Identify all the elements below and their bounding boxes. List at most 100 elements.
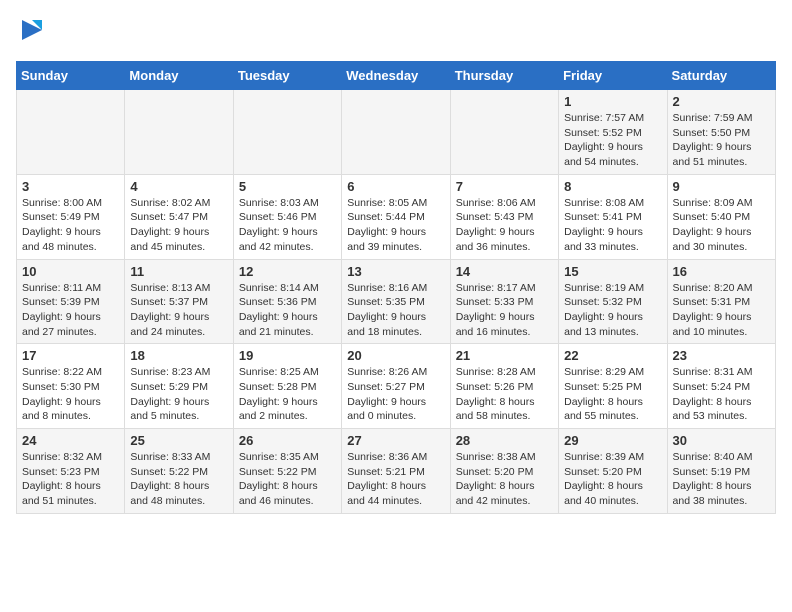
calendar-cell [17, 90, 125, 175]
day-number: 14 [456, 264, 553, 279]
day-number: 12 [239, 264, 336, 279]
header-thursday: Thursday [450, 62, 558, 90]
day-number: 11 [130, 264, 227, 279]
day-info: Sunrise: 8:03 AM Sunset: 5:46 PM Dayligh… [239, 196, 336, 255]
calendar-cell [233, 90, 341, 175]
header-wednesday: Wednesday [342, 62, 450, 90]
day-number: 17 [22, 348, 119, 363]
day-info: Sunrise: 8:26 AM Sunset: 5:27 PM Dayligh… [347, 365, 444, 424]
calendar-cell: 21 Sunrise: 8:28 AM Sunset: 5:26 PM Dayli… [450, 344, 558, 429]
calendar-week-row: 1 Sunrise: 7:57 AM Sunset: 5:52 PM Daylig… [17, 90, 776, 175]
day-number: 15 [564, 264, 661, 279]
calendar-cell: 5 Sunrise: 8:03 AM Sunset: 5:46 PM Daylig… [233, 174, 341, 259]
day-number: 21 [456, 348, 553, 363]
day-info: Sunrise: 7:59 AM Sunset: 5:50 PM Dayligh… [673, 111, 770, 170]
day-info: Sunrise: 8:35 AM Sunset: 5:22 PM Dayligh… [239, 450, 336, 509]
day-info: Sunrise: 8:33 AM Sunset: 5:22 PM Dayligh… [130, 450, 227, 509]
calendar-cell [125, 90, 233, 175]
logo [16, 16, 46, 49]
calendar-cell: 28 Sunrise: 8:38 AM Sunset: 5:20 PM Dayli… [450, 429, 558, 514]
day-number: 10 [22, 264, 119, 279]
calendar-cell: 3 Sunrise: 8:00 AM Sunset: 5:49 PM Daylig… [17, 174, 125, 259]
calendar-cell: 2 Sunrise: 7:59 AM Sunset: 5:50 PM Daylig… [667, 90, 775, 175]
calendar-cell: 22Sunrise: 8:29 AM Sunset: 5:25 PM Dayli… [559, 344, 667, 429]
day-number: 5 [239, 179, 336, 194]
calendar-header-row: SundayMondayTuesdayWednesdayThursdayFrid… [17, 62, 776, 90]
calendar-cell: 29Sunrise: 8:39 AM Sunset: 5:20 PM Dayli… [559, 429, 667, 514]
day-info: Sunrise: 8:40 AM Sunset: 5:19 PM Dayligh… [673, 450, 770, 509]
header-sunday: Sunday [17, 62, 125, 90]
day-info: Sunrise: 8:25 AM Sunset: 5:28 PM Dayligh… [239, 365, 336, 424]
calendar-cell [450, 90, 558, 175]
day-number: 1 [564, 94, 661, 109]
day-info: Sunrise: 8:00 AM Sunset: 5:49 PM Dayligh… [22, 196, 119, 255]
calendar-table: SundayMondayTuesdayWednesdayThursdayFrid… [16, 61, 776, 514]
day-number: 28 [456, 433, 553, 448]
calendar-cell: 25Sunrise: 8:33 AM Sunset: 5:22 PM Dayli… [125, 429, 233, 514]
day-info: Sunrise: 8:31 AM Sunset: 5:24 PM Dayligh… [673, 365, 770, 424]
calendar-cell: 17 Sunrise: 8:22 AM Sunset: 5:30 PM Dayli… [17, 344, 125, 429]
day-number: 27 [347, 433, 444, 448]
header-tuesday: Tuesday [233, 62, 341, 90]
day-info: Sunrise: 8:23 AM Sunset: 5:29 PM Dayligh… [130, 365, 227, 424]
calendar-cell: 18 Sunrise: 8:23 AM Sunset: 5:29 PM Dayli… [125, 344, 233, 429]
day-number: 13 [347, 264, 444, 279]
day-number: 9 [673, 179, 770, 194]
header-friday: Friday [559, 62, 667, 90]
calendar-cell: 14 Sunrise: 8:17 AM Sunset: 5:33 PM Dayli… [450, 259, 558, 344]
calendar-cell: 4 Sunrise: 8:02 AM Sunset: 5:47 PM Daylig… [125, 174, 233, 259]
day-number: 6 [347, 179, 444, 194]
day-info: Sunrise: 8:17 AM Sunset: 5:33 PM Dayligh… [456, 281, 553, 340]
calendar-cell: 23 Sunrise: 8:31 AM Sunset: 5:24 PM Dayli… [667, 344, 775, 429]
day-info: Sunrise: 8:13 AM Sunset: 5:37 PM Dayligh… [130, 281, 227, 340]
calendar-cell: 24 Sunrise: 8:32 AM Sunset: 5:23 PM Dayli… [17, 429, 125, 514]
day-number: 26 [239, 433, 336, 448]
day-number: 4 [130, 179, 227, 194]
day-info: Sunrise: 8:39 AM Sunset: 5:20 PM Dayligh… [564, 450, 661, 509]
day-info: Sunrise: 8:02 AM Sunset: 5:47 PM Dayligh… [130, 196, 227, 255]
day-info: Sunrise: 7:57 AM Sunset: 5:52 PM Dayligh… [564, 111, 661, 170]
day-number: 7 [456, 179, 553, 194]
header-monday: Monday [125, 62, 233, 90]
day-info: Sunrise: 8:29 AM Sunset: 5:25 PM Dayligh… [564, 365, 661, 424]
calendar-cell: 6 Sunrise: 8:05 AM Sunset: 5:44 PM Daylig… [342, 174, 450, 259]
day-info: Sunrise: 8:19 AM Sunset: 5:32 PM Dayligh… [564, 281, 661, 340]
day-info: Sunrise: 8:28 AM Sunset: 5:26 PM Dayligh… [456, 365, 553, 424]
logo-icon [18, 16, 46, 44]
day-number: 18 [130, 348, 227, 363]
calendar-cell: 10 Sunrise: 8:11 AM Sunset: 5:39 PM Dayli… [17, 259, 125, 344]
calendar-cell: 26 Sunrise: 8:35 AM Sunset: 5:22 PM Dayli… [233, 429, 341, 514]
day-info: Sunrise: 8:20 AM Sunset: 5:31 PM Dayligh… [673, 281, 770, 340]
day-info: Sunrise: 8:32 AM Sunset: 5:23 PM Dayligh… [22, 450, 119, 509]
day-number: 23 [673, 348, 770, 363]
day-info: Sunrise: 8:08 AM Sunset: 5:41 PM Dayligh… [564, 196, 661, 255]
calendar-cell: 7Sunrise: 8:06 AM Sunset: 5:43 PM Daylig… [450, 174, 558, 259]
day-number: 24 [22, 433, 119, 448]
calendar-cell: 1 Sunrise: 7:57 AM Sunset: 5:52 PM Daylig… [559, 90, 667, 175]
calendar-cell: 13Sunrise: 8:16 AM Sunset: 5:35 PM Dayli… [342, 259, 450, 344]
day-info: Sunrise: 8:36 AM Sunset: 5:21 PM Dayligh… [347, 450, 444, 509]
calendar-cell: 8 Sunrise: 8:08 AM Sunset: 5:41 PM Daylig… [559, 174, 667, 259]
day-info: Sunrise: 8:09 AM Sunset: 5:40 PM Dayligh… [673, 196, 770, 255]
calendar-week-row: 3 Sunrise: 8:00 AM Sunset: 5:49 PM Daylig… [17, 174, 776, 259]
day-number: 19 [239, 348, 336, 363]
day-number: 20 [347, 348, 444, 363]
day-number: 8 [564, 179, 661, 194]
day-info: Sunrise: 8:14 AM Sunset: 5:36 PM Dayligh… [239, 281, 336, 340]
calendar-week-row: 10 Sunrise: 8:11 AM Sunset: 5:39 PM Dayli… [17, 259, 776, 344]
day-info: Sunrise: 8:11 AM Sunset: 5:39 PM Dayligh… [22, 281, 119, 340]
calendar-cell: 9 Sunrise: 8:09 AM Sunset: 5:40 PM Daylig… [667, 174, 775, 259]
calendar-cell: 27 Sunrise: 8:36 AM Sunset: 5:21 PM Dayli… [342, 429, 450, 514]
header-saturday: Saturday [667, 62, 775, 90]
calendar-cell: 11 Sunrise: 8:13 AM Sunset: 5:37 PM Dayli… [125, 259, 233, 344]
day-info: Sunrise: 8:05 AM Sunset: 5:44 PM Dayligh… [347, 196, 444, 255]
calendar-cell: 20 Sunrise: 8:26 AM Sunset: 5:27 PM Dayli… [342, 344, 450, 429]
calendar-cell: 16Sunrise: 8:20 AM Sunset: 5:31 PM Dayli… [667, 259, 775, 344]
page-header [16, 16, 776, 49]
day-info: Sunrise: 8:22 AM Sunset: 5:30 PM Dayligh… [22, 365, 119, 424]
calendar-cell: 12 Sunrise: 8:14 AM Sunset: 5:36 PM Dayli… [233, 259, 341, 344]
day-number: 3 [22, 179, 119, 194]
day-info: Sunrise: 8:38 AM Sunset: 5:20 PM Dayligh… [456, 450, 553, 509]
day-number: 2 [673, 94, 770, 109]
calendar-week-row: 17 Sunrise: 8:22 AM Sunset: 5:30 PM Dayli… [17, 344, 776, 429]
